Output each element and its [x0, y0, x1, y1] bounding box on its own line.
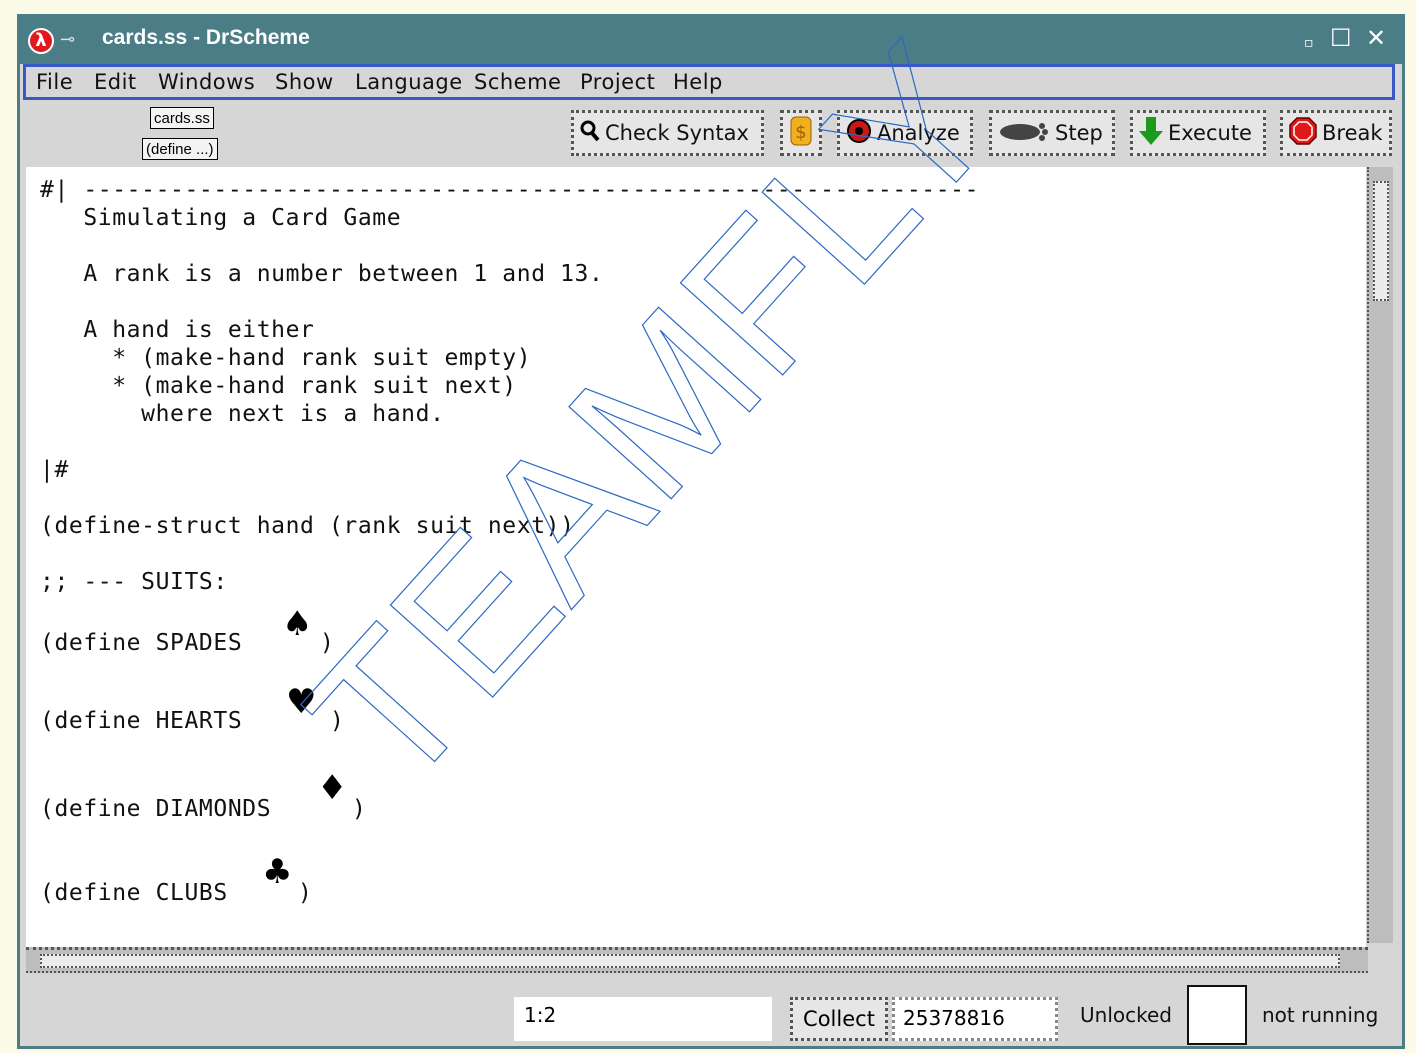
maximize-icon[interactable]: ☐ — [1330, 24, 1352, 52]
debug-button[interactable]: $ — [780, 110, 822, 156]
code-line: #| -------------------------------------… — [40, 177, 980, 203]
status-bar: 1:2 Collect 25378816 Unlocked not runnin… — [20, 975, 1402, 1047]
code-line: |# — [40, 457, 69, 483]
close-icon[interactable]: ✕ — [1366, 24, 1386, 52]
running-status: not running — [1262, 1003, 1379, 1027]
drscheme-window: λ ⊸ cards.ss - DrScheme ▫ ☐ ✕ File Edit … — [17, 14, 1405, 1049]
menu-show[interactable]: Show — [275, 70, 334, 94]
execute-label: Execute — [1168, 121, 1252, 145]
code-line: A hand is either — [40, 317, 315, 343]
vertical-scroll-thumb[interactable] — [1373, 181, 1389, 301]
horizontal-scroll-thumb[interactable] — [40, 954, 1340, 968]
title-bar: λ ⊸ cards.ss - DrScheme ▫ ☐ ✕ — [20, 17, 1402, 64]
menu-scheme[interactable]: Scheme — [474, 70, 561, 94]
magnifier-icon — [580, 120, 600, 147]
code-line: A rank is a number between 1 and 13. — [40, 261, 604, 287]
toolbar: cards.ss (define ...) Check Syntax $ Ana… — [20, 102, 1402, 164]
code-line: where next is a hand. — [40, 401, 445, 427]
code-line: * (make-hand rank suit next) — [40, 373, 517, 399]
code-line: * (make-hand rank suit empty) — [40, 345, 532, 371]
check-syntax-button[interactable]: Check Syntax — [571, 110, 764, 156]
menu-bar: File Edit Windows Show Language Scheme P… — [23, 64, 1395, 100]
pin-icon[interactable]: ⊸ — [60, 29, 75, 50]
code-line: (define DIAMONDS — [40, 796, 272, 822]
cursor-position: 1:2 — [514, 997, 772, 1041]
menu-help[interactable]: Help — [673, 70, 723, 94]
code-line: ;; --- SUITS: — [40, 569, 228, 595]
spider-icon — [846, 118, 872, 149]
footprint-icon — [998, 120, 1050, 147]
define-menu-button[interactable]: (define ...) — [142, 138, 218, 160]
down-arrow-icon — [1139, 116, 1163, 150]
code-line: (define-struct hand (rank suit next)) — [40, 513, 575, 539]
svg-text:$: $ — [795, 122, 806, 143]
close-paren: ) — [330, 708, 345, 734]
lock-status: Unlocked — [1080, 1003, 1172, 1027]
heart-icon: ♥ — [286, 682, 317, 722]
close-paren: ) — [352, 796, 367, 822]
window-title: cards.ss - DrScheme — [102, 26, 310, 49]
menu-language[interactable]: Language — [355, 70, 463, 94]
vertical-scrollbar[interactable] — [1367, 167, 1393, 943]
menu-edit[interactable]: Edit — [94, 70, 137, 94]
break-button[interactable]: Break — [1280, 110, 1392, 156]
memory-usage: 25378816 — [892, 997, 1058, 1041]
break-label: Break — [1322, 121, 1383, 145]
step-button[interactable]: Step — [989, 110, 1115, 156]
lock-toggle[interactable] — [1187, 985, 1247, 1045]
definitions-editor[interactable]: #| -------------------------------------… — [26, 167, 1366, 947]
menu-file[interactable]: File — [36, 70, 73, 94]
spade-icon: ♠ — [282, 604, 313, 644]
close-paren: ) — [320, 630, 335, 656]
code-line: Simulating a Card Game — [40, 205, 402, 231]
code-line: (define HEARTS — [40, 708, 243, 734]
diamond-icon: ♦ — [317, 768, 348, 808]
analyze-label: Analyze — [877, 121, 960, 145]
horizontal-scrollbar[interactable] — [26, 947, 1368, 973]
menu-windows[interactable]: Windows — [158, 70, 255, 94]
analyze-button[interactable]: Analyze — [837, 110, 973, 156]
code-line: (define CLUBS — [40, 880, 228, 906]
minimize-icon[interactable]: ▫ — [1304, 35, 1314, 51]
club-icon: ♣ — [262, 852, 293, 892]
drscheme-logo-icon[interactable]: λ — [28, 28, 54, 54]
collect-button[interactable]: Collect — [790, 997, 888, 1041]
code-line: (define SPADES — [40, 630, 243, 656]
dollar-icon: $ — [790, 116, 812, 151]
check-syntax-label: Check Syntax — [605, 121, 749, 145]
menu-project[interactable]: Project — [580, 70, 655, 94]
stop-icon — [1289, 116, 1317, 150]
file-name-button[interactable]: cards.ss — [150, 107, 214, 129]
execute-button[interactable]: Execute — [1130, 110, 1266, 156]
step-label: Step — [1055, 121, 1103, 145]
close-paren: ) — [298, 880, 313, 906]
